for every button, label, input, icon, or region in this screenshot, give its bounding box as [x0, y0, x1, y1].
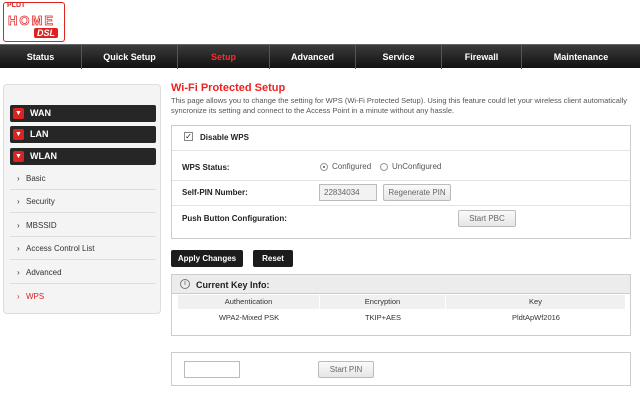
- disable-wps-row: ✓ Disable WPS: [172, 126, 630, 150]
- sidebar-group-wan[interactable]: ▼ WAN: [10, 105, 156, 122]
- self-pin-row: Self-PIN Number: 22834034 Regenerate PIN: [172, 181, 630, 205]
- wps-status-label: WPS Status:: [182, 163, 230, 172]
- start-pbc-button[interactable]: Start PBC: [458, 210, 516, 227]
- reset-button[interactable]: Reset: [253, 250, 293, 267]
- key-info-header: i Current Key Info:: [172, 275, 630, 294]
- chevron-down-icon: ▼: [13, 129, 24, 140]
- sidebar-item-label: Basic: [26, 174, 46, 183]
- divider: [172, 205, 630, 206]
- info-icon: i: [180, 279, 190, 289]
- sidebar-item-basic[interactable]: › Basic: [10, 168, 156, 190]
- table-cell-encryption: TKIP+AES: [364, 313, 402, 322]
- logo-dsl-text: DSL: [34, 28, 58, 38]
- sidebar-item-security[interactable]: › Security: [10, 191, 156, 213]
- sidebar-item-label: Security: [26, 197, 55, 206]
- push-button-label: Push Button Configuration:: [182, 214, 287, 223]
- disable-wps-checkbox[interactable]: ✓: [184, 132, 193, 141]
- nav-firewall[interactable]: Firewall: [442, 45, 522, 69]
- table-header-key: Key: [446, 295, 626, 309]
- sidebar-item-label: Advanced: [26, 268, 62, 277]
- regenerate-pin-button[interactable]: Regenerate PIN: [383, 184, 451, 201]
- divider: [172, 150, 630, 151]
- sidebar-item-label: WPS: [26, 292, 45, 301]
- wps-settings-panel: ✓ Disable WPS WPS Status: Configured UnC…: [171, 125, 631, 239]
- sidebar-item-wps[interactable]: › WPS: [10, 286, 156, 308]
- sidebar-group-label: WAN: [30, 108, 51, 118]
- table-header-authentication: Authentication: [178, 295, 320, 309]
- radio-configured-label: Configured: [332, 162, 372, 171]
- logo-home-text: HOME: [8, 13, 55, 29]
- chevron-down-icon: ▼: [13, 108, 24, 119]
- self-pin-field[interactable]: 22834034: [319, 184, 377, 201]
- radio-configured[interactable]: [320, 163, 328, 171]
- nav-quick-setup[interactable]: Quick Setup: [82, 45, 178, 69]
- pldt-home-dsl-logo: PLDT HOME DSL: [3, 2, 65, 42]
- table-cell-authentication: WPA2-Mixed PSK: [218, 313, 280, 322]
- sidebar-item-label: MBSSID: [26, 221, 57, 230]
- chevron-right-icon: ›: [17, 174, 20, 183]
- table-header-encryption: Encryption: [320, 295, 446, 309]
- start-pin-button[interactable]: Start PIN: [318, 361, 374, 378]
- chevron-right-icon: ›: [17, 244, 20, 253]
- nav-maintenance[interactable]: Maintenance: [522, 45, 640, 69]
- chevron-right-icon: ›: [17, 268, 20, 277]
- sidebar-item-label: Access Control List: [26, 244, 95, 253]
- page-description: This page allows you to change the setti…: [171, 96, 628, 115]
- client-pin-input[interactable]: [184, 361, 240, 378]
- nav-setup[interactable]: Setup: [178, 45, 270, 69]
- sidebar-item-access-control-list[interactable]: › Access Control List: [10, 238, 156, 260]
- chevron-right-icon: ›: [17, 292, 20, 301]
- sidebar: ▼ WAN ▼ LAN ▼ WLAN › Basic › Security › …: [3, 84, 161, 314]
- apply-changes-button[interactable]: Apply Changes: [171, 250, 243, 267]
- chevron-down-icon: ▼: [13, 151, 24, 162]
- nav-advanced[interactable]: Advanced: [270, 45, 356, 69]
- sidebar-item-mbssid[interactable]: › MBSSID: [10, 215, 156, 237]
- chevron-right-icon: ›: [17, 197, 20, 206]
- self-pin-label: Self-PIN Number:: [182, 188, 248, 197]
- key-info-title: Current Key Info:: [196, 280, 270, 290]
- wps-status-row: WPS Status: Configured UnConfigured: [172, 156, 630, 180]
- push-button-row: Push Button Configuration: Start PBC: [172, 207, 630, 231]
- disable-wps-label: Disable WPS: [200, 133, 249, 142]
- start-pin-panel: Start PIN: [171, 352, 631, 386]
- page-title: Wi-Fi Protected Setup: [171, 82, 286, 94]
- current-key-info-panel: i Current Key Info: Authentication Encry…: [171, 274, 631, 336]
- main-nav: Status Quick Setup Setup Advanced Servic…: [0, 44, 640, 69]
- sidebar-group-label: LAN: [30, 129, 49, 139]
- radio-unconfigured[interactable]: [380, 163, 388, 171]
- radio-unconfigured-label: UnConfigured: [392, 162, 442, 171]
- chevron-right-icon: ›: [17, 221, 20, 230]
- logo-brand-text: PLDT: [7, 2, 26, 9]
- sidebar-group-wlan[interactable]: ▼ WLAN: [10, 148, 156, 165]
- sidebar-item-advanced[interactable]: › Advanced: [10, 262, 156, 284]
- nav-service[interactable]: Service: [356, 45, 442, 69]
- sidebar-group-label: WLAN: [30, 151, 57, 161]
- table-cell-key: PldtApWf2016: [512, 313, 560, 322]
- nav-status[interactable]: Status: [0, 45, 82, 69]
- header: PLDT HOME DSL: [0, 0, 640, 44]
- sidebar-group-lan[interactable]: ▼ LAN: [10, 126, 156, 143]
